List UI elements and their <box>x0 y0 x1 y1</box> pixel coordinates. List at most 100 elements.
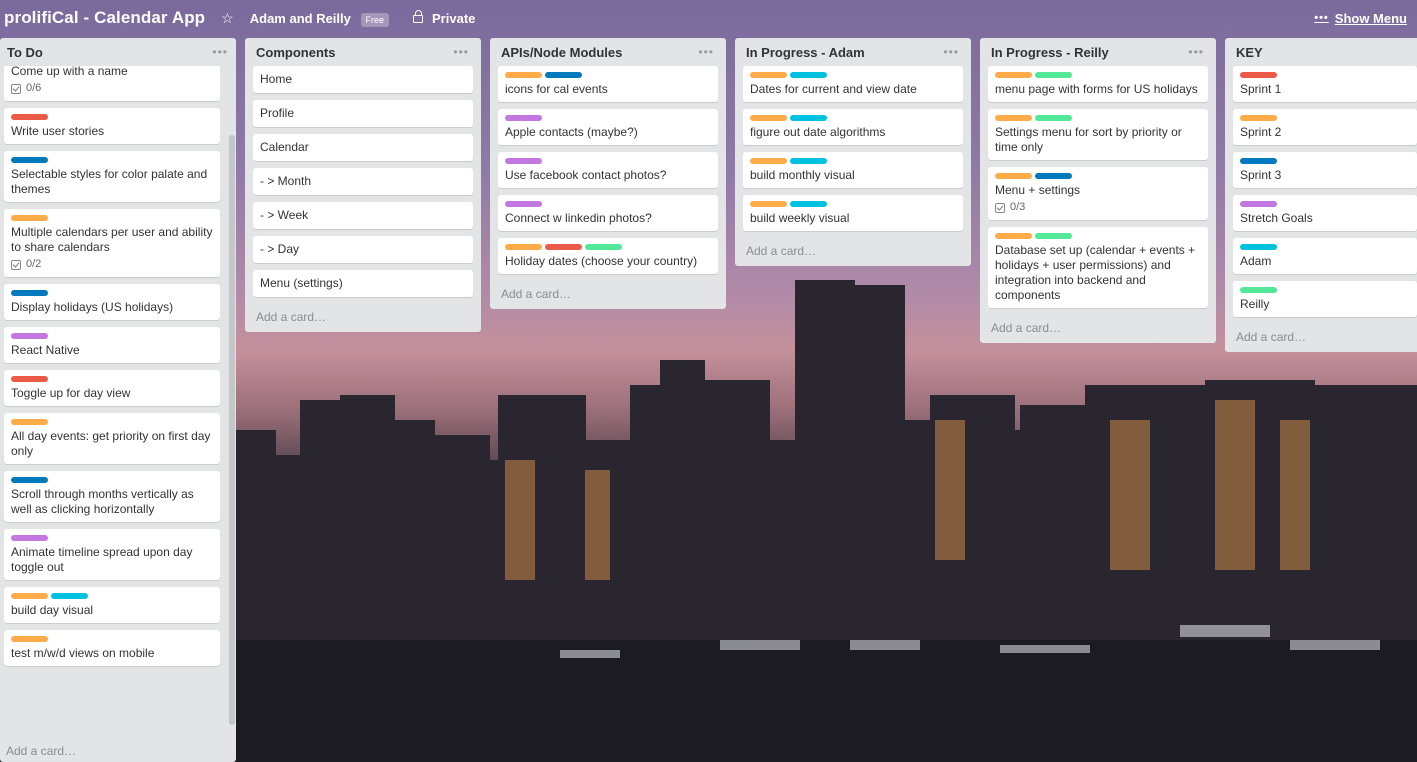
card-title: All day events: get priority on first da… <box>11 429 211 458</box>
label-blue <box>11 290 48 296</box>
card[interactable]: Multiple calendars per user and ability … <box>4 209 220 277</box>
card-labels <box>995 72 1202 78</box>
card[interactable]: Scroll through months vertically as well… <box>4 471 220 522</box>
card-labels <box>1240 72 1411 78</box>
label-green <box>1035 72 1072 78</box>
card[interactable]: Display holidays (US holidays) <box>4 284 220 320</box>
card[interactable]: Stretch Goals <box>1233 195 1417 231</box>
label-orange <box>995 173 1032 179</box>
card[interactable]: test m/w/d views on mobile <box>4 630 220 666</box>
card-container: icons for cal events Apple contacts (mayb… <box>498 66 718 274</box>
card[interactable]: Dates for current and view date <box>743 66 963 102</box>
card[interactable]: - > Week <box>253 202 473 229</box>
add-card-button[interactable]: Add a card… <box>1233 324 1417 352</box>
card-title: Selectable styles for color palate and t… <box>11 167 208 196</box>
card-title: Toggle up for day view <box>11 386 131 400</box>
checklist-icon <box>995 202 1005 213</box>
label-blue <box>1240 158 1277 164</box>
card-title: Write user stories <box>11 124 105 138</box>
card-labels <box>1240 244 1411 250</box>
card[interactable]: build monthly visual <box>743 152 963 188</box>
list-scrollbar[interactable] <box>229 135 235 725</box>
checklist-count: 0/6 <box>26 82 42 94</box>
list-header: To Do ••• <box>4 38 232 66</box>
card-labels <box>505 72 712 78</box>
card[interactable]: Settings menu for sort by priority or ti… <box>988 109 1208 160</box>
card[interactable]: Adam <box>1233 238 1417 274</box>
card-title: Sprint 1 <box>1240 82 1282 96</box>
card[interactable]: build weekly visual <box>743 195 963 231</box>
card[interactable]: Home <box>253 66 473 93</box>
card[interactable]: Profile <box>253 100 473 127</box>
list-header: KEY <box>1233 38 1417 66</box>
team-button[interactable]: Adam and Reilly Free <box>250 11 390 27</box>
show-menu-button[interactable]: ••• Show Menu <box>1314 11 1407 26</box>
card[interactable]: Sprint 3 <box>1233 152 1417 188</box>
list-title[interactable]: In Progress - Reilly <box>991 45 1109 60</box>
label-orange <box>750 201 787 207</box>
card[interactable]: Write user stories <box>4 108 220 144</box>
card[interactable]: figure out date algorithms <box>743 109 963 145</box>
label-green <box>1035 115 1072 121</box>
list-title[interactable]: APIs/Node Modules <box>501 45 622 60</box>
label-sky <box>790 158 827 164</box>
label-orange <box>750 72 787 78</box>
add-card-button[interactable]: Add a card… <box>6 744 76 758</box>
privacy-button[interactable]: Private <box>413 10 475 26</box>
card[interactable]: Holiday dates (choose your country) <box>498 238 718 274</box>
card[interactable]: Reilly <box>1233 281 1417 317</box>
card[interactable]: Apple contacts (maybe?) <box>498 109 718 145</box>
list-header: APIs/Node Modules ••• <box>498 38 718 66</box>
card[interactable]: Connect w linkedin photos? <box>498 195 718 231</box>
card[interactable]: - > Month <box>253 168 473 195</box>
card[interactable]: Toggle up for day view <box>4 370 220 406</box>
card-title: Stretch Goals <box>1240 211 1313 225</box>
card[interactable]: Animate timeline spread upon day toggle … <box>4 529 220 580</box>
checklist-count: 0/2 <box>26 258 42 270</box>
label-red <box>545 244 582 250</box>
card-title: Holiday dates (choose your country) <box>505 254 698 268</box>
card[interactable]: Selectable styles for color palate and t… <box>4 151 220 202</box>
card[interactable]: Sprint 1 <box>1233 66 1417 102</box>
list-menu-icon[interactable]: ••• <box>212 45 228 59</box>
card-container: Sprint 1 Sprint 2 Sprint 3 Stretch Goals Ada… <box>1233 66 1417 317</box>
list-menu-icon[interactable]: ••• <box>453 45 469 59</box>
card-title: Database set up (calendar + events + hol… <box>995 243 1196 302</box>
card-labels <box>995 173 1202 179</box>
add-card-button[interactable]: Add a card… <box>253 304 473 332</box>
card-labels <box>11 593 214 599</box>
label-sky <box>1240 244 1277 250</box>
list-title[interactable]: KEY <box>1236 45 1263 60</box>
card[interactable]: Sprint 2 <box>1233 109 1417 145</box>
ellipsis-icon: ••• <box>1314 12 1329 24</box>
star-icon[interactable]: ☆ <box>221 10 234 27</box>
board-title[interactable]: prolifiCal - Calendar App <box>4 8 205 28</box>
card[interactable]: Come up with a name 0/6 <box>4 66 220 101</box>
card[interactable]: build day visual <box>4 587 220 623</box>
label-purple <box>505 115 542 121</box>
list-menu-icon[interactable]: ••• <box>1188 45 1204 59</box>
card[interactable]: Calendar <box>253 134 473 161</box>
label-red <box>1240 72 1277 78</box>
card-title: icons for cal events <box>505 82 608 96</box>
card[interactable]: menu page with forms for US holidays <box>988 66 1208 102</box>
list-title[interactable]: To Do <box>7 45 43 60</box>
card-title: figure out date algorithms <box>750 125 886 139</box>
list-menu-icon[interactable]: ••• <box>698 45 714 59</box>
card[interactable]: icons for cal events <box>498 66 718 102</box>
add-card-button[interactable]: Add a card… <box>988 315 1208 343</box>
add-card-button[interactable]: Add a card… <box>743 238 963 266</box>
card[interactable]: Menu (settings) <box>253 270 473 297</box>
card[interactable]: Database set up (calendar + events + hol… <box>988 227 1208 308</box>
list-title[interactable]: Components <box>256 45 335 60</box>
card[interactable]: React Native <box>4 327 220 363</box>
checklist-icon <box>11 259 21 270</box>
label-green <box>1240 287 1277 293</box>
add-card-button[interactable]: Add a card… <box>498 281 718 309</box>
list-menu-icon[interactable]: ••• <box>943 45 959 59</box>
card[interactable]: - > Day <box>253 236 473 263</box>
card[interactable]: Use facebook contact photos? <box>498 152 718 188</box>
card[interactable]: Menu + settings 0/3 <box>988 167 1208 220</box>
card[interactable]: All day events: get priority on first da… <box>4 413 220 464</box>
list-title[interactable]: In Progress - Adam <box>746 45 865 60</box>
